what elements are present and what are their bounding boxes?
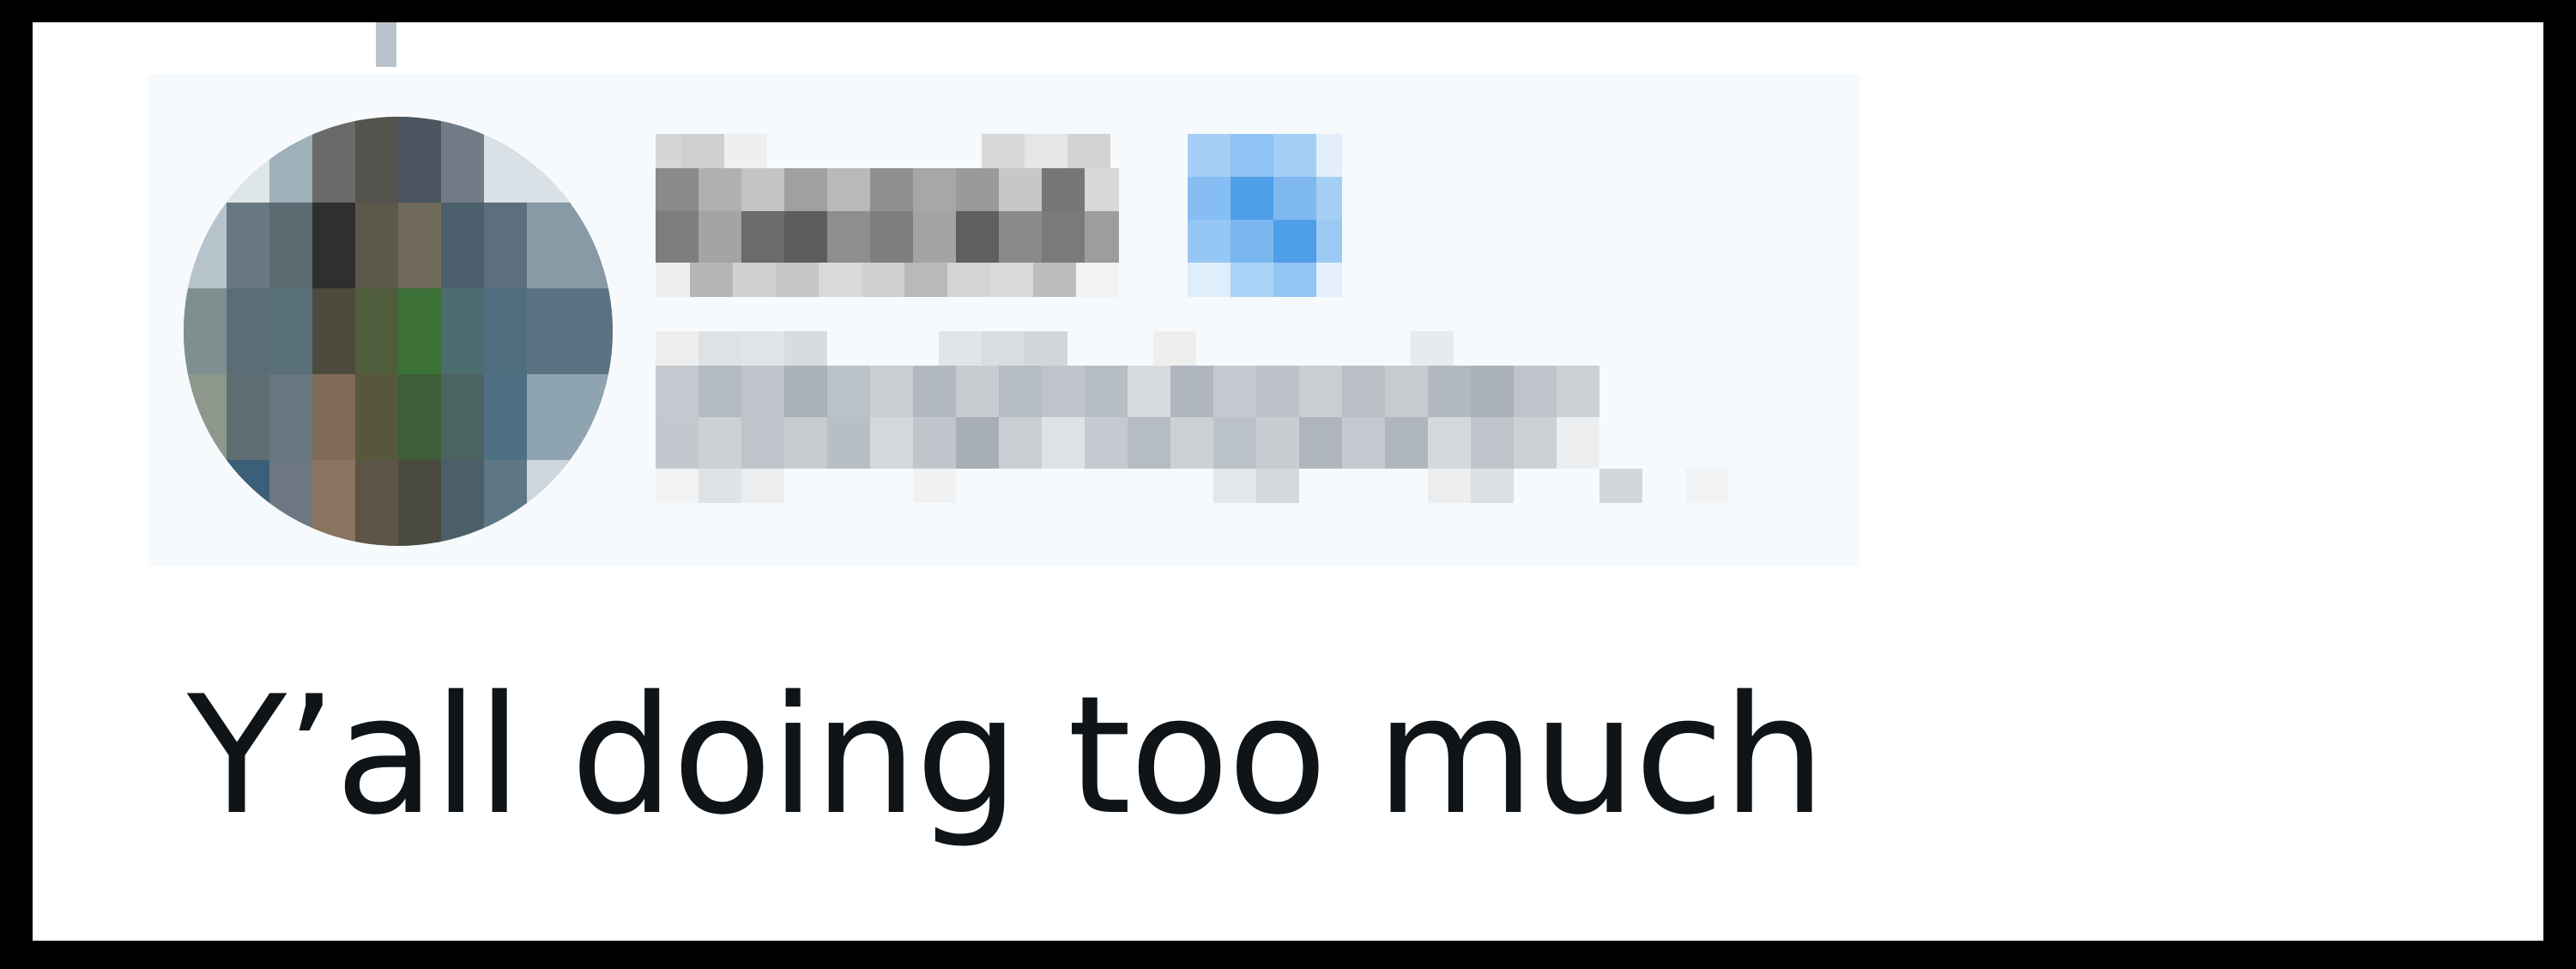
tweet-card: Y’all doing too much xyxy=(33,22,2543,941)
tweet-text: Y’all doing too much xyxy=(187,661,1826,851)
